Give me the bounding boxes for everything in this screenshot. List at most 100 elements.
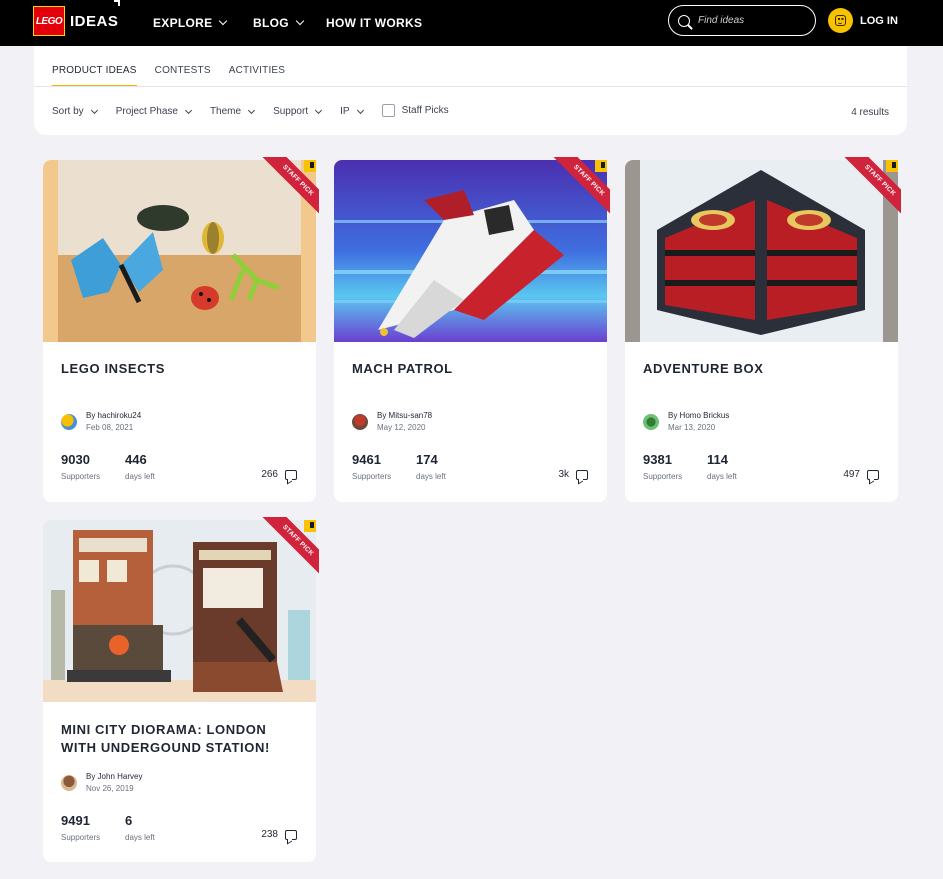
supporters-stat: 9461 Supporters bbox=[352, 452, 391, 481]
days-left-label: days left bbox=[125, 833, 155, 842]
tab-bar: PRODUCT IDEAS CONTESTS ACTIVITIES bbox=[52, 46, 303, 87]
project-title[interactable]: MACH PATROL bbox=[352, 360, 592, 378]
chevron-down-icon bbox=[356, 106, 364, 114]
ideas-mark-icon bbox=[114, 0, 120, 6]
filter-panel: PRODUCT IDEAS CONTESTS ACTIVITIES Sort b… bbox=[34, 46, 907, 135]
login-label: LOG IN bbox=[860, 14, 898, 27]
minifig-avatar-icon bbox=[828, 8, 853, 33]
supporters-label: Supporters bbox=[61, 472, 101, 481]
project-author[interactable]: By John Harvey Nov 26, 2019 bbox=[61, 772, 142, 793]
staff-picks-filter[interactable]: Staff Picks bbox=[381, 103, 449, 117]
nav-explore[interactable]: EXPLORE bbox=[153, 0, 228, 46]
supporters-label: Supporters bbox=[352, 472, 392, 481]
filter-project-phase[interactable]: Project Phase bbox=[115, 106, 192, 117]
comment-icon bbox=[285, 469, 297, 480]
filter-sort-by[interactable]: Sort by bbox=[52, 106, 98, 117]
project-author[interactable]: By Homo Brickus Mar 13, 2020 bbox=[643, 411, 729, 432]
comment-icon bbox=[576, 469, 588, 480]
search-icon bbox=[678, 14, 690, 27]
filter-ip[interactable]: IP bbox=[340, 106, 364, 117]
supporters-label: Supporters bbox=[643, 472, 683, 481]
comments-count: 266 bbox=[261, 469, 278, 480]
project-date: Feb 08, 2021 bbox=[86, 423, 134, 432]
project-title[interactable]: MINI CITY DIORAMA: LONDON WITH UNDERGOUN… bbox=[61, 721, 301, 757]
days-left-count: 114 bbox=[707, 452, 728, 467]
search-box[interactable] bbox=[668, 5, 816, 36]
filter-row: Sort by Project Phase Theme Support IP S… bbox=[52, 103, 468, 117]
project-card[interactable]: STAFF PICK MINI CITY DIORAMA: LONDON WIT… bbox=[43, 517, 319, 862]
supporters-stat: 9491 Supporters bbox=[61, 813, 100, 842]
project-date: Mar 13, 2020 bbox=[668, 423, 716, 432]
comments-link[interactable]: 266 bbox=[261, 469, 297, 480]
ideas-wordmark: IDEAS bbox=[70, 12, 119, 30]
staff-pick-badge: STAFF PICK bbox=[257, 517, 319, 579]
project-title[interactable]: ADVENTURE BOX bbox=[643, 360, 883, 378]
days-left-stat: 6 days left bbox=[125, 813, 155, 842]
project-card[interactable]: STAFF PICK LEGO INSECTS By hachiroku24 F… bbox=[43, 157, 319, 502]
days-left-label: days left bbox=[416, 472, 446, 481]
lego-logo: LEGO bbox=[33, 6, 65, 36]
staff-picks-checkbox[interactable] bbox=[381, 103, 395, 117]
days-left-count: 174 bbox=[416, 452, 438, 467]
supporters-stat: 9381 Supporters bbox=[643, 452, 682, 481]
lego-corner-icon bbox=[595, 160, 607, 172]
lego-ideas-logo[interactable]: LEGO IDEAS bbox=[33, 6, 118, 36]
divider bbox=[34, 86, 907, 87]
lego-corner-icon bbox=[304, 160, 316, 172]
project-date: Nov 26, 2019 bbox=[86, 784, 134, 793]
supporters-stat: 9030 Supporters bbox=[61, 452, 100, 481]
author-avatar bbox=[643, 413, 659, 430]
days-left-label: days left bbox=[707, 472, 737, 481]
chevron-down-icon bbox=[219, 16, 228, 26]
chevron-down-icon bbox=[295, 16, 305, 26]
chevron-down-icon bbox=[184, 106, 192, 114]
filter-theme-label: Theme bbox=[209, 106, 242, 117]
nav-explore-label: EXPLORE bbox=[153, 16, 213, 30]
author-name: By Homo Brickus bbox=[668, 411, 730, 420]
project-title[interactable]: LEGO INSECTS bbox=[61, 360, 301, 378]
author-avatar bbox=[61, 413, 77, 430]
comments-link[interactable]: 238 bbox=[261, 829, 297, 840]
filter-theme[interactable]: Theme bbox=[209, 106, 256, 117]
filter-project-phase-label: Project Phase bbox=[115, 106, 178, 117]
supporters-count: 9381 bbox=[643, 452, 672, 467]
tab-activities[interactable]: ACTIVITIES bbox=[229, 46, 285, 87]
comments-count: 238 bbox=[261, 829, 278, 840]
project-author[interactable]: By hachiroku24 Feb 08, 2021 bbox=[61, 411, 141, 432]
staff-pick-badge: STAFF PICK bbox=[257, 157, 319, 219]
staff-pick-badge: STAFF PICK bbox=[839, 157, 901, 219]
login-button[interactable]: LOG IN bbox=[828, 8, 898, 33]
project-card[interactable]: STAFF PICK MACH PATROL By Mitsu-san78 Ma… bbox=[334, 157, 610, 502]
staff-pick-badge: STAFF PICK bbox=[548, 157, 610, 219]
nav-how-it-works[interactable]: HOW IT WORKS bbox=[326, 0, 422, 46]
lego-corner-icon bbox=[886, 160, 898, 172]
nav-how-it-works-label: HOW IT WORKS bbox=[326, 16, 423, 30]
filter-sort-by-label: Sort by bbox=[52, 106, 84, 117]
author-avatar bbox=[61, 774, 77, 791]
lego-corner-icon bbox=[304, 520, 316, 532]
comments-link[interactable]: 3k bbox=[558, 469, 588, 480]
filter-support[interactable]: Support bbox=[273, 106, 323, 117]
supporters-count: 9491 bbox=[61, 813, 90, 828]
tab-product-ideas[interactable]: PRODUCT IDEAS bbox=[52, 46, 137, 87]
project-card[interactable]: STAFF PICK ADVENTURE BOX By Homo Brickus… bbox=[625, 157, 901, 502]
results-count: 4 results bbox=[851, 107, 889, 118]
comments-count: 3k bbox=[558, 469, 569, 480]
project-date: May 12, 2020 bbox=[377, 423, 426, 432]
comments-count: 497 bbox=[843, 469, 860, 480]
chevron-down-icon bbox=[248, 106, 256, 114]
chevron-down-icon bbox=[315, 106, 323, 114]
project-author[interactable]: By Mitsu-san78 May 12, 2020 bbox=[352, 411, 432, 432]
search-input[interactable] bbox=[698, 15, 808, 26]
tab-contests[interactable]: CONTESTS bbox=[155, 46, 211, 87]
filter-ip-label: IP bbox=[340, 106, 350, 117]
nav-blog-label: BLOG bbox=[253, 16, 289, 30]
author-name: By Mitsu-san78 bbox=[377, 411, 433, 420]
nav-blog[interactable]: BLOG bbox=[253, 0, 305, 46]
days-left-stat: 174 days left bbox=[416, 452, 446, 481]
comment-icon bbox=[285, 829, 297, 840]
comments-link[interactable]: 497 bbox=[843, 469, 879, 480]
supporters-label: Supporters bbox=[61, 833, 101, 842]
supporters-count: 9461 bbox=[352, 452, 381, 467]
days-left-count: 6 bbox=[125, 813, 133, 828]
